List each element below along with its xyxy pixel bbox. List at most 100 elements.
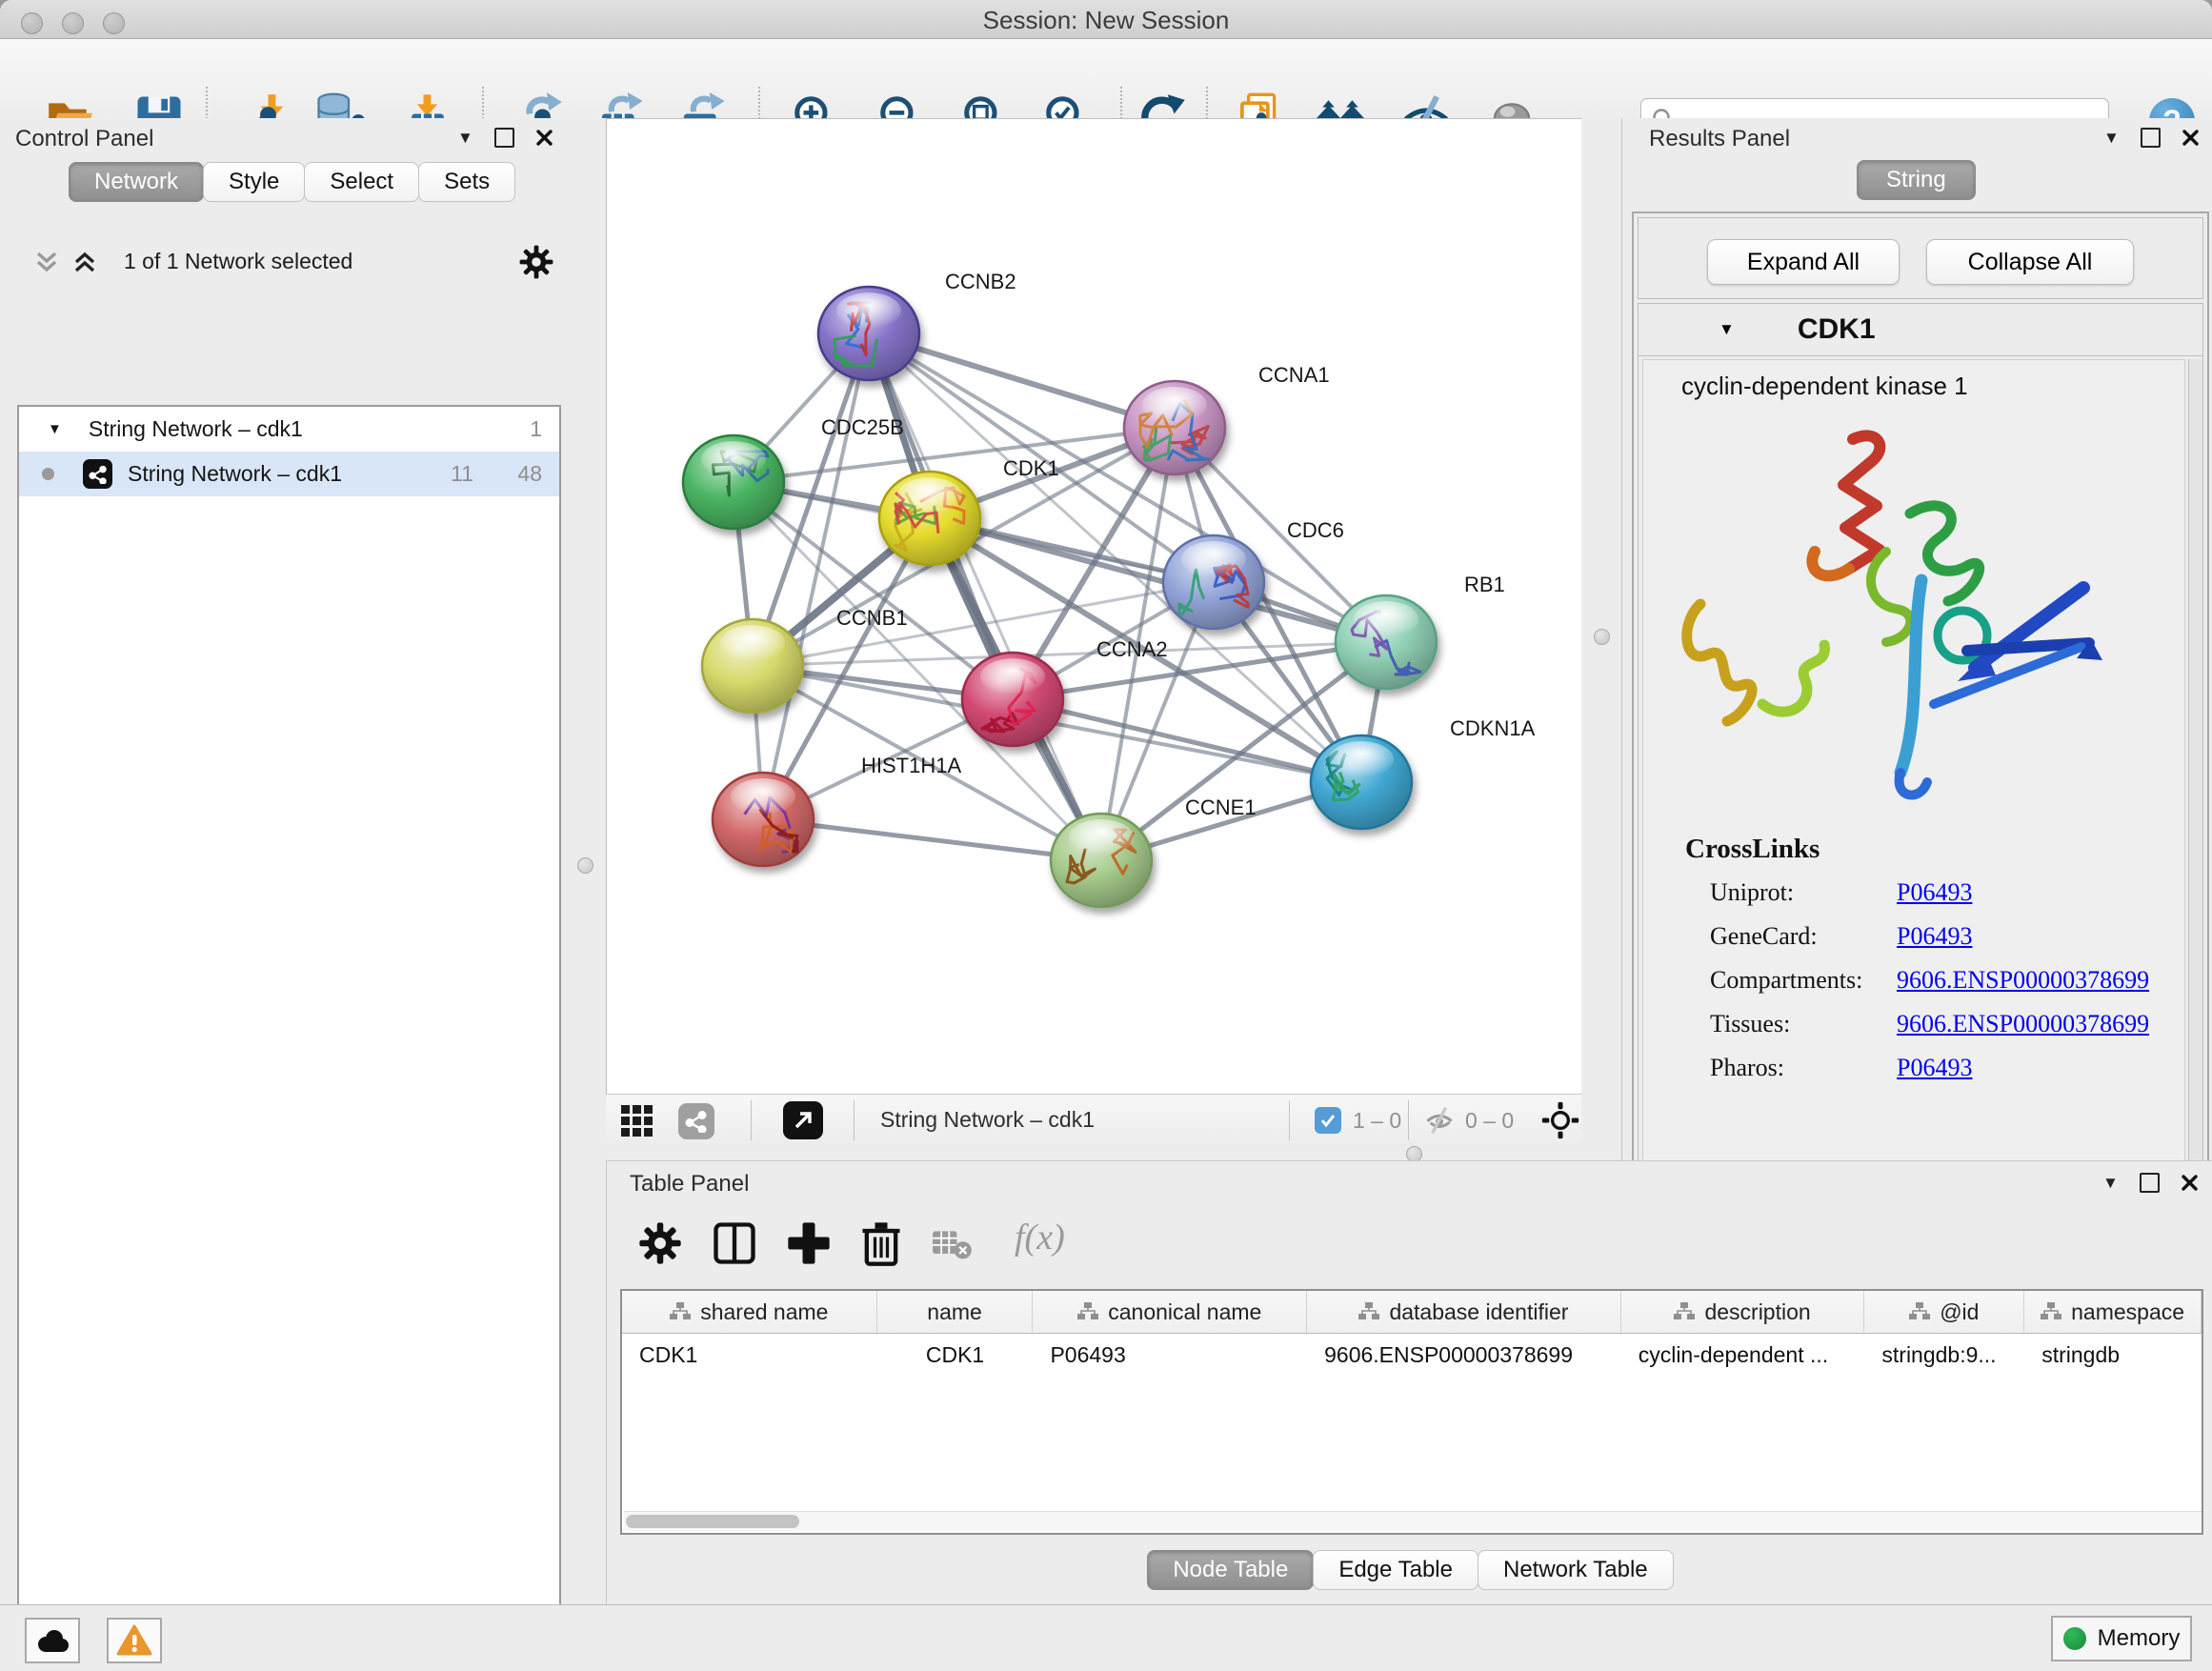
- network-node-RB1[interactable]: RB1: [1336, 573, 1505, 689]
- table-row[interactable]: CDK1CDK1P064939606.ENSP00000378699cyclin…: [622, 1334, 2202, 1376]
- vertical-splitter-left[interactable]: [564, 118, 606, 1604]
- crosslink-label: GeneCard:: [1710, 922, 1897, 951]
- network-list: ▼ String Network – cdk1 1 String Network…: [17, 405, 561, 1671]
- network-node-CCNA1[interactable]: CCNA1: [1124, 363, 1330, 474]
- cloud-button[interactable]: [25, 1618, 80, 1663]
- tab-string[interactable]: String: [1857, 160, 1976, 200]
- hierarchy-icon: [2041, 1302, 2061, 1321]
- expand-all-button[interactable]: Expand All: [1707, 239, 1900, 285]
- expand-all-icon[interactable]: [70, 248, 99, 276]
- tab-network-table[interactable]: Network Table: [1478, 1550, 1674, 1590]
- close-panel-icon[interactable]: [535, 129, 553, 147]
- collapse-entry-icon[interactable]: ▼: [1719, 320, 1735, 339]
- status-bar: Memory: [0, 1604, 2212, 1671]
- results-panel-title: Results Panel: [1649, 126, 1790, 152]
- column-header-@id[interactable]: @id: [1864, 1291, 2024, 1333]
- crosslink-link[interactable]: P06493: [1897, 1054, 1972, 1082]
- column-header-name[interactable]: name: [877, 1291, 1034, 1333]
- crosshair-icon[interactable]: [1541, 1101, 1579, 1139]
- node-gloss: [1354, 601, 1418, 637]
- network-node-HIST1H1A[interactable]: HIST1H1A: [713, 754, 961, 866]
- close-panel-icon[interactable]: [2182, 129, 2200, 147]
- table-cell[interactable]: cyclin-dependent ...: [1621, 1334, 1865, 1376]
- hierarchy-icon: [1358, 1302, 1379, 1321]
- tab-edge-table[interactable]: Edge Table: [1313, 1550, 1478, 1590]
- export-view-button[interactable]: [783, 1101, 823, 1139]
- network-row-selected[interactable]: String Network – cdk1 11 48: [19, 452, 559, 496]
- delete-column-trash-icon[interactable]: [856, 1218, 906, 1268]
- column-header-canonical-name[interactable]: canonical name: [1033, 1291, 1307, 1333]
- tab-style[interactable]: Style: [203, 162, 305, 202]
- tab-node-table[interactable]: Node Table: [1147, 1550, 1314, 1590]
- table-settings-gear-icon[interactable]: [635, 1218, 685, 1268]
- crosslinks-title: CrossLinks: [1685, 834, 2184, 865]
- add-column-icon[interactable]: [784, 1218, 834, 1268]
- table-cell[interactable]: stringdb:9...: [1864, 1334, 2024, 1376]
- collapse-all-icon[interactable]: [32, 248, 61, 276]
- column-header-namespace[interactable]: namespace: [2024, 1291, 2202, 1333]
- warnings-button[interactable]: [107, 1618, 162, 1663]
- tab-select[interactable]: Select: [304, 162, 419, 202]
- node-label-CCNE1: CCNE1: [1185, 795, 1257, 819]
- collection-count: 1: [530, 416, 542, 442]
- collapse-all-button[interactable]: Collapse All: [1926, 239, 2134, 285]
- float-panel-icon[interactable]: [2140, 1173, 2160, 1193]
- tab-sets[interactable]: Sets: [418, 162, 515, 202]
- network-share-toggle-icon[interactable]: [678, 1103, 714, 1139]
- float-panel-icon[interactable]: [2141, 128, 2161, 148]
- birdseye-grid-icon[interactable]: [619, 1103, 655, 1139]
- show-columns-icon[interactable]: [710, 1218, 759, 1268]
- application-window: Session: New Session: [0, 0, 2212, 1671]
- expand-triangle-icon[interactable]: ▼: [48, 421, 62, 437]
- network-edge[interactable]: [753, 642, 1386, 666]
- table-cell[interactable]: CDK1: [622, 1334, 877, 1376]
- results-vertical-scrollbar[interactable]: [2188, 359, 2202, 1182]
- table-cell[interactable]: stringdb: [2024, 1334, 2202, 1376]
- protein-structure-image[interactable]: [1672, 418, 2110, 828]
- crosslink-link[interactable]: P06493: [1897, 922, 1972, 951]
- network-edge[interactable]: [1013, 642, 1386, 699]
- node-gloss: [731, 778, 795, 815]
- vertical-splitter-right[interactable]: [1581, 118, 1621, 1160]
- column-header-shared-name[interactable]: shared name: [622, 1291, 877, 1333]
- gear-icon[interactable]: [518, 244, 554, 280]
- node-gloss: [980, 658, 1045, 695]
- close-panel-icon[interactable]: [2181, 1174, 2199, 1192]
- crosslink-link[interactable]: P06493: [1897, 878, 1972, 907]
- crosslink-link[interactable]: 9606.ENSP00000378699: [1897, 1010, 2149, 1038]
- hierarchy-icon: [1077, 1302, 1098, 1321]
- table-cell[interactable]: CDK1: [877, 1334, 1034, 1376]
- crosslink-row: Tissues:9606.ENSP00000378699: [1710, 1002, 2184, 1046]
- node-label-CDC25B: CDC25B: [821, 415, 904, 439]
- tab-network[interactable]: Network: [69, 162, 204, 202]
- node-table: shared namenamecanonical namedatabase id…: [620, 1289, 2203, 1535]
- network-edge[interactable]: [869, 333, 1101, 860]
- network-collection-row[interactable]: ▼ String Network – cdk1 1: [19, 407, 559, 452]
- node-label-CDK1: CDK1: [1003, 456, 1059, 480]
- column-header-description[interactable]: description: [1621, 1291, 1865, 1333]
- panel-menu-icon[interactable]: ▼: [457, 129, 473, 148]
- crosslink-row: GeneCard:P06493: [1710, 915, 2184, 958]
- node-count: 11: [451, 461, 473, 487]
- table-cell[interactable]: 9606.ENSP00000378699: [1307, 1334, 1621, 1376]
- panel-menu-icon[interactable]: ▼: [2103, 129, 2120, 148]
- crosslink-link[interactable]: 9606.ENSP00000378699: [1897, 966, 2149, 995]
- crosslinks-list: Uniprot:P06493GeneCard:P06493Compartment…: [1710, 871, 2184, 1090]
- network-canvas[interactable]: CCNB2CCNA1CDC25BCDK1CDC6RB1CCNB1CCNA2CDK…: [606, 118, 1582, 1095]
- node-label-CCNB1: CCNB1: [836, 606, 908, 630]
- table-header-row: shared namenamecanonical namedatabase id…: [622, 1291, 2202, 1334]
- control-panel-tabs: NetworkStyleSelectSets: [69, 162, 514, 202]
- panel-menu-icon[interactable]: ▼: [2102, 1174, 2119, 1193]
- crosslink-row: Compartments:9606.ENSP00000378699: [1710, 958, 2184, 1002]
- gene-header-row[interactable]: ▼ CDK1: [1639, 304, 2202, 356]
- memory-button[interactable]: Memory: [2051, 1616, 2192, 1661]
- network-node-CDKN1A[interactable]: CDKN1A: [1311, 716, 1536, 829]
- crosslink-label: Compartments:: [1710, 966, 1897, 995]
- table-cell[interactable]: P06493: [1033, 1334, 1307, 1376]
- float-panel-icon[interactable]: [494, 128, 514, 148]
- selected-checkbox-icon[interactable]: [1315, 1107, 1341, 1134]
- network-share-icon: [83, 459, 112, 489]
- column-header-database-identifier[interactable]: database identifier: [1307, 1291, 1621, 1333]
- table-horizontal-scrollbar[interactable]: [624, 1511, 2203, 1531]
- delete-table-icon[interactable]: [931, 1226, 973, 1262]
